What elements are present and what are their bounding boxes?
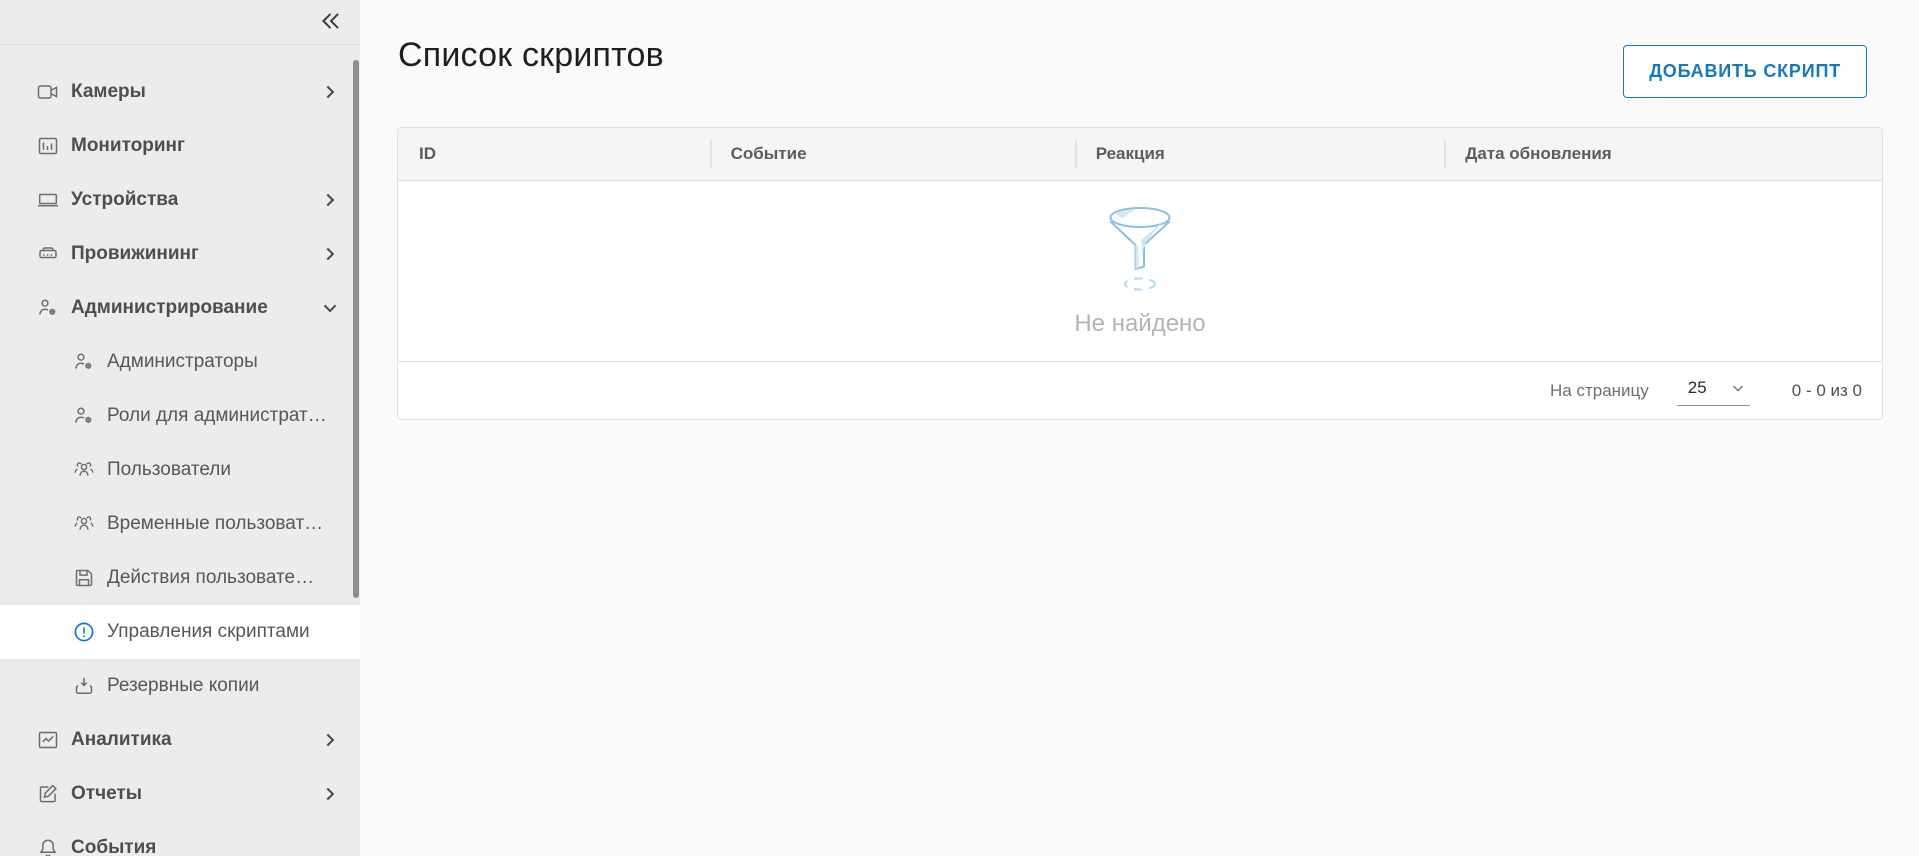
empty-state-text: Не найдено (1074, 310, 1205, 338)
per-page-select[interactable]: 25 (1677, 376, 1750, 406)
sidebar-item-temp-users[interactable]: Временные пользоват… (0, 497, 360, 551)
sidebar-item-user-actions[interactable]: Действия пользовате… (0, 551, 360, 605)
sidebar-item-admin-roles[interactable]: Роли для администрат… (0, 389, 360, 443)
empty-state: Не найдено (398, 181, 1882, 361)
user-gear-icon (72, 350, 96, 374)
sidebar-item-devices[interactable]: Устройства (0, 173, 360, 227)
tray-download-icon (72, 674, 96, 698)
page-title: Список скриптов (398, 36, 664, 75)
chevron-right-icon (318, 728, 342, 752)
sidebar-item-backups[interactable]: Резервные копии (0, 659, 360, 713)
sidebar-item-administration[interactable]: Администрирование (0, 281, 360, 335)
chevron-right-icon (318, 782, 342, 806)
sidebar-header (0, 0, 360, 45)
bell-icon (36, 836, 60, 856)
per-page-label: На страницу (1550, 381, 1649, 401)
sidebar-item-label: Аналитика (71, 729, 172, 751)
sidebar-item-label: Администрирование (71, 297, 268, 319)
sidebar-item-monitoring[interactable]: Мониторинг (0, 119, 360, 173)
sidebar-item-label: Отчеты (71, 783, 142, 805)
sidebar: Камеры Мониторинг Устройства (0, 0, 360, 856)
server-icon (36, 242, 60, 266)
column-header-event: Событие (710, 128, 1075, 180)
chevron-right-icon (318, 188, 342, 212)
table-header-row: ID Событие Реакция Дата обновления (398, 128, 1882, 181)
user-gear-icon (36, 296, 60, 320)
pagination-range-text: 0 - 0 из 0 (1792, 381, 1862, 401)
sidebar-item-users[interactable]: Пользователи (0, 443, 360, 497)
sidebar-nav: Камеры Мониторинг Устройства (0, 65, 360, 856)
chevron-down-icon (318, 296, 342, 320)
chevron-right-icon (318, 80, 342, 104)
sidebar-item-label: События (71, 837, 156, 856)
add-script-button[interactable]: ДОБАВИТЬ СКРИПТ (1623, 45, 1867, 98)
user-gear-icon (72, 404, 96, 428)
column-header-id: ID (398, 128, 710, 180)
sidebar-item-label: Действия пользовате… (107, 567, 314, 589)
error-circle-icon (72, 620, 96, 644)
pagination-bar: На страницу 25 0 - 0 из 0 (398, 361, 1882, 419)
chart-line-icon (36, 728, 60, 752)
sidebar-item-reports[interactable]: Отчеты (0, 767, 360, 821)
per-page-value: 25 (1688, 378, 1707, 398)
column-header-reaction: Реакция (1075, 128, 1445, 180)
chevron-right-icon (318, 242, 342, 266)
sidebar-item-label: Пользователи (107, 459, 231, 481)
sidebar-scrollbar[interactable] (353, 60, 359, 598)
floppy-icon (72, 566, 96, 590)
sidebar-item-analytics[interactable]: Аналитика (0, 713, 360, 767)
sidebar-item-script-management[interactable]: Управления скриптами (0, 605, 360, 659)
sidebar-item-label: Провижининг (71, 243, 199, 265)
chevron-down-icon (1729, 379, 1747, 397)
sidebar-item-label: Устройства (71, 189, 178, 211)
sidebar-item-label: Администраторы (107, 351, 258, 373)
chevron-double-left-icon (318, 22, 344, 37)
column-header-updated: Дата обновления (1444, 128, 1882, 180)
sidebar-item-label: Временные пользоват… (107, 513, 323, 535)
camera-icon (36, 80, 60, 104)
sidebar-item-label: Резервные копии (107, 675, 259, 697)
users-icon (72, 458, 96, 482)
sidebar-item-label: Роли для администрат… (107, 405, 327, 427)
scripts-table-card: ID Событие Реакция Дата обновления Не на… (397, 127, 1883, 420)
sidebar-item-events[interactable]: События (0, 821, 360, 856)
sidebar-item-label: Камеры (71, 81, 146, 103)
monitoring-icon (36, 134, 60, 158)
sidebar-item-administrators[interactable]: Администраторы (0, 335, 360, 389)
funnel-icon (1102, 204, 1178, 297)
users-icon (72, 512, 96, 536)
laptop-icon (36, 188, 60, 212)
sidebar-item-label: Управления скриптами (107, 621, 310, 643)
collapse-sidebar-button[interactable] (316, 7, 346, 37)
main-content: Список скриптов ДОБАВИТЬ СКРИПТ ID Событ… (360, 0, 1919, 856)
sidebar-item-cameras[interactable]: Камеры (0, 65, 360, 119)
edit-icon (36, 782, 60, 806)
sidebar-item-label: Мониторинг (71, 135, 185, 157)
sidebar-item-provisioning[interactable]: Провижининг (0, 227, 360, 281)
